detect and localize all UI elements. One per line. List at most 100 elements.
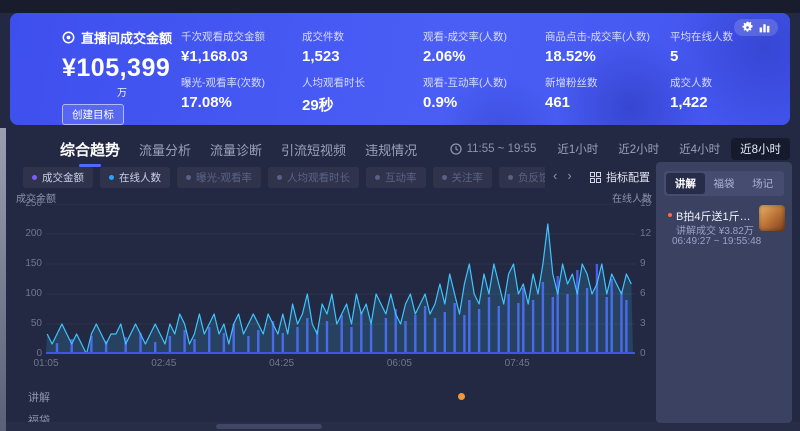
left-tick: 250 [25, 198, 42, 209]
bar-chart-icon[interactable] [758, 21, 771, 34]
right-tick: 9 [640, 258, 646, 269]
tab-综合趋势[interactable]: 综合趋势 [60, 139, 120, 160]
time-btn-近2小时[interactable]: 近2小时 [609, 138, 668, 160]
product-thumbnail [759, 205, 785, 231]
hero-title: 直播间成交金额 [81, 28, 172, 47]
marker-row-讲解: 讲解 [0, 385, 656, 408]
chip-dot [442, 175, 447, 180]
left-axis-ticks: 050100150200250 [8, 190, 42, 386]
chart-plot-area[interactable] [46, 204, 635, 354]
time-btn-近1小时[interactable]: 近1小时 [548, 138, 607, 160]
hero-metric: 人均观看时长29秒 [302, 75, 365, 115]
metric-chips: 成交金额在线人数曝光-观看率人均观看时长互动率关注率负反馈率负反馈次数千次观看成… [23, 167, 545, 188]
panel-tab-讲解[interactable]: 讲解 [666, 173, 705, 194]
grid-config-icon [590, 172, 601, 183]
trend-chart: 成交金额 在线人数 050100150200250 03691215 01:05… [0, 190, 660, 386]
tab-引流短视频[interactable]: 引流短视频 [281, 140, 346, 159]
metric-value: 18.52% [545, 48, 650, 65]
time-range-text: 11:55 ~ 19:55 [467, 143, 537, 155]
explain-panel: 讲解福袋场记 B拍4斤送1斤共35-4... 讲解成交 ¥3.82万 06:49… [656, 162, 792, 423]
time-btn-近8小时[interactable]: 近8小时 [731, 138, 790, 160]
left-tick: 100 [25, 288, 42, 299]
hero-metrics-card: 直播间成交金额 ¥105,399 万 创建目标 千次观看成交金额¥1,168.0… [10, 13, 790, 125]
chip-label: 关注率 [452, 170, 484, 185]
metric-config-button[interactable]: 指标配置 [590, 169, 650, 185]
metric-value: 17.08% [181, 94, 265, 111]
explain-panel-tabs: 讲解福袋场记 [664, 171, 784, 196]
explain-time-range: 06:49:27 ~ 19:55:48 [672, 236, 761, 247]
metric-label: 千次观看成交金额 [181, 29, 265, 44]
chip-dot [109, 175, 114, 180]
chip-pagination: ‹ › [553, 168, 572, 184]
chip-label: 曝光-观看率 [196, 170, 252, 185]
metric-label: 观看-成交率(人数) [423, 29, 507, 44]
tab-违规情况[interactable]: 违规情况 [365, 140, 417, 159]
horizontal-scrollbar-thumb[interactable] [216, 424, 322, 429]
chip-label: 在线人数 [119, 170, 161, 185]
clock-icon [450, 143, 462, 155]
gear-icon[interactable] [741, 21, 754, 34]
live-dashboard: 直播间成交金额 ¥105,399 万 创建目标 千次观看成交金额¥1,168.0… [0, 0, 800, 431]
live-status-dot [668, 213, 672, 217]
x-tick: 06:05 [387, 358, 412, 369]
chevron-left-icon[interactable]: ‹ [553, 168, 557, 184]
chip-负反馈率[interactable]: 负反馈率 [499, 167, 545, 188]
x-tick: 02:45 [151, 358, 176, 369]
hero-metric: 观看-成交率(人数) 2.06% [423, 29, 507, 65]
hero-metric: 新增粉丝数 461 [545, 75, 598, 111]
x-tick: 04:25 [269, 358, 294, 369]
metric-value: 461 [545, 94, 598, 111]
chip-label: 互动率 [385, 170, 417, 185]
vertical-scrollbar[interactable] [0, 128, 6, 431]
tab-流量分析[interactable]: 流量分析 [139, 140, 191, 159]
marker-row-label: 讲解 [28, 389, 50, 405]
right-tick: 6 [640, 288, 646, 299]
chip-dot [32, 175, 37, 180]
right-tick: 12 [640, 228, 651, 239]
tab-流量诊断[interactable]: 流量诊断 [210, 140, 262, 159]
top-gap [0, 0, 800, 13]
hero-metric: 商品点击-成交率(人数) 18.52% [545, 29, 650, 65]
create-goal-button[interactable]: 创建目标 [62, 104, 124, 125]
chip-人均观看时长[interactable]: 人均观看时长 [268, 167, 359, 188]
hero-metric: 千次观看成交金额¥1,168.03 [181, 29, 265, 65]
chip-曝光-观看率[interactable]: 曝光-观看率 [177, 167, 261, 188]
hero-metric: 平均在线人数5 [670, 29, 733, 65]
panel-tab-福袋[interactable]: 福袋 [705, 173, 744, 194]
chip-在线人数[interactable]: 在线人数 [100, 167, 170, 188]
hero-icon-group [734, 19, 778, 36]
chip-label: 成交金额 [42, 170, 84, 185]
metric-label: 成交件数 [302, 29, 344, 44]
hero-metric: 成交人数 1,422 [670, 75, 712, 111]
chip-成交金额[interactable]: 成交金额 [23, 167, 93, 188]
section-tabbar: 综合趋势流量分析流量诊断引流短视频违规情况 [60, 139, 417, 160]
chip-label: 人均观看时长 [287, 170, 350, 185]
chevron-right-icon[interactable]: › [567, 168, 571, 184]
metric-value: 2.06% [423, 48, 507, 65]
chip-label: 负反馈率 [518, 170, 545, 185]
metric-label: 人均观看时长 [302, 75, 365, 90]
metric-label: 成交人数 [670, 75, 712, 90]
panel-tab-场记[interactable]: 场记 [743, 173, 782, 194]
explain-deal-amount: 讲解成交 ¥3.82万 [676, 222, 754, 237]
metric-value: 5 [670, 48, 733, 65]
chip-互动率[interactable]: 互动率 [366, 167, 426, 188]
hero-main-value: ¥105,399 [62, 54, 172, 83]
metric-value: 1,422 [670, 94, 712, 111]
x-tick: 01:05 [33, 358, 58, 369]
metric-label: 新增粉丝数 [545, 75, 598, 90]
metric-label: 曝光-观看率(次数) [181, 75, 265, 90]
time-range-display: 11:55 ~ 19:55 [450, 143, 537, 155]
metric-label: 商品点击-成交率(人数) [545, 29, 650, 44]
time-btn-近4小时[interactable]: 近4小时 [670, 138, 729, 160]
chip-关注率[interactable]: 关注率 [433, 167, 493, 188]
chip-dot [277, 175, 282, 180]
right-tick: 15 [640, 198, 651, 209]
chip-dot [375, 175, 380, 180]
hero-metric: 观看-互动率(人数)0.9% [423, 75, 507, 111]
target-icon [62, 31, 75, 44]
left-tick: 50 [31, 318, 42, 329]
time-controls: 11:55 ~ 19:55 近1小时近2小时近4小时近8小时 [450, 138, 790, 160]
metric-value: 1,523 [302, 48, 344, 65]
metric-value: 0.9% [423, 94, 507, 111]
